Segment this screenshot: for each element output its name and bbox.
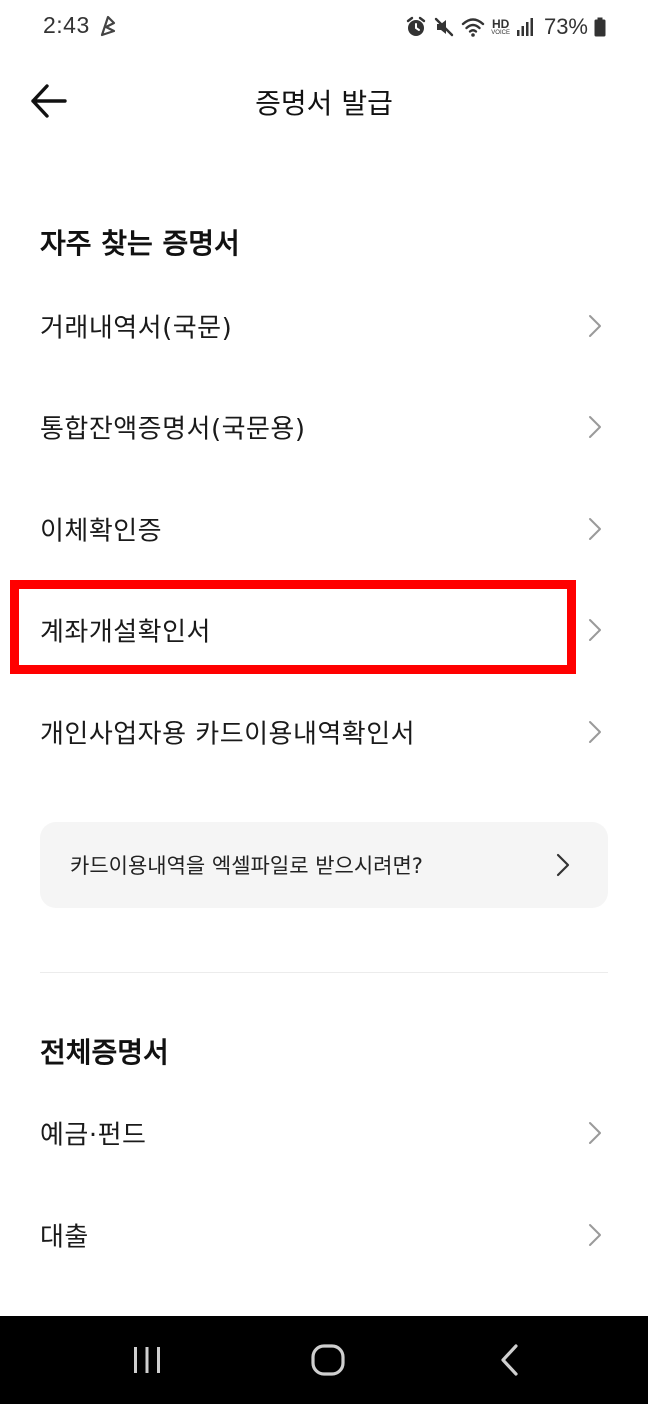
screen: 2:43 HD VOICE 73% 증명서 발급 자주 찾는 증명서 거래내역서…: [0, 0, 648, 1404]
cert-row-loan[interactable]: 대출: [0, 1185, 648, 1285]
cert-row-card-usage[interactable]: 개인사업자용 카드이용내역확인서: [0, 682, 648, 782]
signal-icon: [516, 17, 534, 37]
back-icon: [501, 1344, 518, 1376]
chevron-right-icon: [589, 619, 601, 641]
system-back-button[interactable]: [460, 1316, 560, 1404]
home-button[interactable]: [278, 1316, 378, 1404]
excel-download-card[interactable]: 카드이용내역을 엑셀파일로 받으시려면?: [40, 822, 608, 908]
chevron-right-icon: [589, 1122, 601, 1144]
row-label: 통합잔액증명서(국문용): [40, 414, 306, 445]
chevron-right-icon: [556, 853, 570, 877]
status-time: 2:43: [43, 12, 90, 38]
row-label: 거래내역서(국문): [40, 313, 233, 344]
alarm-icon: [405, 16, 427, 38]
recent-apps-icon: [134, 1347, 160, 1373]
row-label: 예금·펀드: [40, 1120, 147, 1151]
info-card-label: 카드이용내역을 엑셀파일로 받으시려면?: [70, 854, 423, 878]
battery-percent: 73%: [543, 14, 588, 39]
chevron-right-icon: [589, 416, 601, 438]
mute-icon: [433, 16, 455, 38]
battery-icon: [594, 17, 606, 37]
row-label: 계좌개설확인서: [40, 617, 211, 648]
notification-icon: [98, 13, 118, 42]
cert-row-transaction-history[interactable]: 거래내역서(국문): [0, 276, 648, 376]
system-nav-bar: [0, 1316, 648, 1404]
hd-voice-icon: HD VOICE: [491, 18, 510, 36]
hd-label: HD: [491, 17, 510, 31]
voice-label: VOICE: [491, 30, 510, 36]
chevron-right-icon: [589, 315, 601, 337]
cert-row-account-opening[interactable]: 계좌개설확인서: [0, 580, 648, 680]
section-divider: [40, 972, 608, 973]
status-bar: 2:43 HD VOICE 73%: [0, 0, 648, 56]
chevron-right-icon: [589, 518, 601, 540]
status-icons: HD VOICE 73%: [405, 12, 606, 42]
cert-row-deposit-fund[interactable]: 예금·펀드: [0, 1083, 648, 1183]
wifi-icon: [461, 16, 485, 38]
row-label: 개인사업자용 카드이용내역확인서: [40, 719, 416, 750]
recent-apps-button[interactable]: [97, 1316, 197, 1404]
cert-row-transfer-confirmation[interactable]: 이체확인증: [0, 479, 648, 579]
row-label: 이체확인증: [40, 516, 163, 547]
section-title-all: 전체증명서: [40, 1036, 169, 1069]
section-title-frequent: 자주 찾는 증명서: [40, 227, 240, 260]
row-label: 대출: [40, 1222, 89, 1253]
home-icon: [311, 1344, 345, 1376]
cert-row-balance-certificate[interactable]: 통합잔액증명서(국문용): [0, 377, 648, 477]
chevron-right-icon: [589, 1224, 601, 1246]
page-title: 증명서 발급: [255, 87, 393, 120]
chevron-right-icon: [589, 721, 601, 743]
app-header: 증명서 발급: [0, 56, 648, 146]
